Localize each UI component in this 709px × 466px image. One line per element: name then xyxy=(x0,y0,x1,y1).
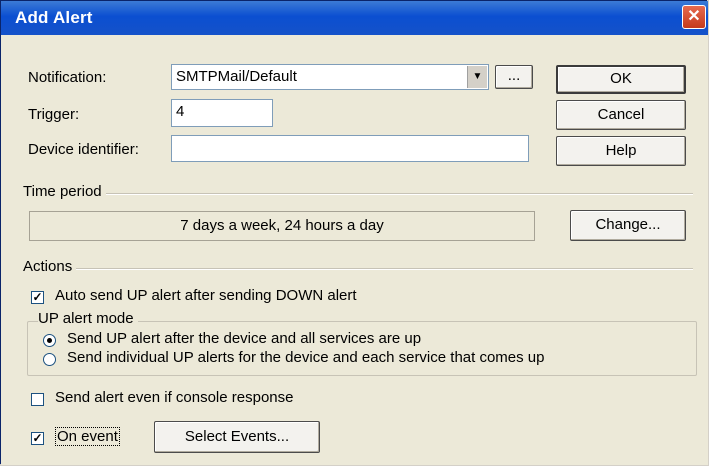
up-alert-mode-title: UP alert mode xyxy=(38,310,138,327)
time-period-title: Time period xyxy=(23,183,106,200)
select-events-button-label: Select Events... xyxy=(184,428,290,445)
notification-value: SMTPMail/Default xyxy=(176,68,297,85)
auto-send-label[interactable]: Auto send UP alert after sending DOWN al… xyxy=(55,287,357,304)
time-period-divider xyxy=(23,193,693,195)
cancel-button-label: Cancel xyxy=(597,106,645,123)
notification-combo[interactable]: SMTPMail/Default ▼ xyxy=(171,64,489,90)
time-period-display: 7 days a week, 24 hours a day xyxy=(29,211,535,241)
ok-button[interactable]: OK xyxy=(556,65,686,94)
add-alert-dialog: Add Alert ✕ Notification: SMTPMail/Defau… xyxy=(0,0,708,465)
send-even-label[interactable]: Send alert even if console response xyxy=(55,389,293,406)
chevron-down-icon[interactable]: ▼ xyxy=(467,66,487,88)
device-identifier-input[interactable] xyxy=(171,135,529,162)
checkmark-icon: ✓ xyxy=(32,290,43,304)
on-event-checkbox[interactable]: ✓ xyxy=(31,432,44,445)
actions-title: Actions xyxy=(23,258,77,275)
cancel-button[interactable]: Cancel xyxy=(556,100,686,130)
title-bar[interactable]: Add Alert ✕ xyxy=(1,1,708,35)
ok-button-label: OK xyxy=(610,70,632,87)
trigger-input[interactable]: 4 xyxy=(171,99,273,127)
close-icon: ✕ xyxy=(687,8,701,25)
radio-send-up-all[interactable] xyxy=(43,334,56,347)
radio-send-individual-label[interactable]: Send individual UP alerts for the device… xyxy=(67,349,545,366)
trigger-label: Trigger: xyxy=(28,106,80,123)
close-button[interactable]: ✕ xyxy=(682,5,706,29)
browse-button[interactable]: ... xyxy=(495,65,533,89)
select-events-button[interactable]: Select Events... xyxy=(154,421,320,453)
checkmark-icon: ✓ xyxy=(32,431,43,445)
help-button-label: Help xyxy=(605,142,637,159)
dialog-client: Notification: SMTPMail/Default ▼ ... Tri… xyxy=(1,35,708,465)
trigger-value: 4 xyxy=(176,103,185,120)
send-even-checkbox[interactable] xyxy=(31,393,44,406)
radio-send-individual[interactable] xyxy=(43,353,56,366)
on-event-label[interactable]: On event xyxy=(55,427,120,446)
time-period-value: 7 days a week, 24 hours a day xyxy=(180,217,384,234)
notification-label: Notification: xyxy=(28,69,107,86)
change-button-label: Change... xyxy=(595,216,661,233)
radio-send-up-all-label[interactable]: Send UP alert after the device and all s… xyxy=(67,330,421,347)
help-button[interactable]: Help xyxy=(556,136,686,166)
actions-divider xyxy=(23,268,693,270)
auto-send-checkbox[interactable]: ✓ xyxy=(31,291,44,304)
device-identifier-label: Device identifier: xyxy=(28,141,139,158)
change-button[interactable]: Change... xyxy=(570,210,686,241)
window-title: Add Alert xyxy=(15,8,93,27)
browse-button-label: ... xyxy=(507,67,521,84)
